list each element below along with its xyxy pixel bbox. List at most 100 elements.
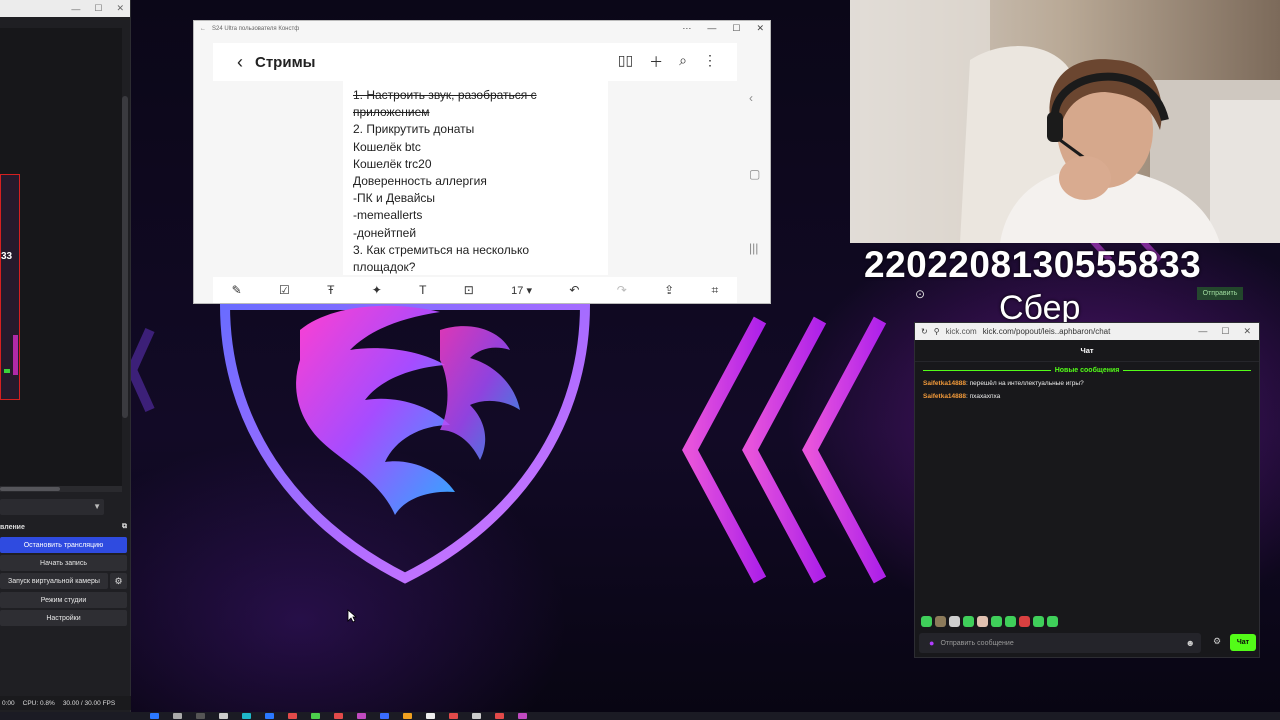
note-line: приложением bbox=[353, 105, 430, 120]
status-cpu: CPU: 0.8% bbox=[22, 699, 55, 707]
donate-card-number: 2202208130555833 bbox=[864, 244, 1202, 285]
settings-button[interactable]: Настройки bbox=[0, 610, 127, 626]
app-icon[interactable] bbox=[403, 713, 412, 719]
app-icon[interactable] bbox=[219, 713, 228, 719]
chevron-down-icon: ▼ bbox=[93, 502, 101, 511]
chat-message-text: : пхахахпха bbox=[966, 393, 1001, 400]
emote-icon[interactable] bbox=[935, 616, 946, 627]
app-icon[interactable] bbox=[242, 713, 251, 719]
dock-icon[interactable]: ⧉ bbox=[122, 523, 127, 531]
app-icon[interactable] bbox=[472, 713, 481, 719]
square-icon[interactable]: ▢ bbox=[749, 167, 760, 181]
emoji-icon[interactable]: ☻ bbox=[1186, 638, 1195, 648]
close-icon[interactable]: ✕ bbox=[116, 3, 124, 14]
obs-preview[interactable]: 33 bbox=[0, 28, 122, 492]
taskbar bbox=[0, 712, 1280, 720]
scrollbar-thumb[interactable] bbox=[0, 487, 60, 491]
taskview-icon[interactable] bbox=[196, 713, 205, 719]
app-icon[interactable] bbox=[518, 713, 527, 719]
chat-username[interactable]: Saifetka14888 bbox=[923, 380, 966, 387]
virtual-camera-button[interactable]: Запуск виртуальной камеры bbox=[0, 573, 108, 589]
start-record-button[interactable]: Начать запись bbox=[0, 555, 127, 571]
note-line: -донейтпей bbox=[353, 225, 417, 240]
stop-stream-button[interactable]: Остановить трансляцию bbox=[0, 537, 127, 553]
emote-icon[interactable] bbox=[921, 616, 932, 627]
font-size-select[interactable]: 17 ▾ bbox=[511, 284, 532, 297]
emote-icon[interactable] bbox=[963, 616, 974, 627]
site-info-icon[interactable]: ⚲ bbox=[934, 327, 940, 336]
back-arrow-icon[interactable]: ← bbox=[200, 26, 206, 32]
emote-bar bbox=[921, 616, 1058, 627]
minimize-icon[interactable]: — bbox=[1198, 326, 1207, 337]
text-style-icon[interactable]: Ŧ bbox=[327, 283, 334, 297]
share-icon[interactable]: ⇪ bbox=[664, 283, 674, 297]
app-icon[interactable] bbox=[334, 713, 343, 719]
app-icon[interactable] bbox=[288, 713, 297, 719]
textbox-icon[interactable]: ⊡ bbox=[464, 283, 474, 297]
obs-horizontal-scrollbar[interactable] bbox=[0, 486, 122, 492]
note-line: Доверенность аллергия bbox=[353, 174, 487, 189]
back-icon[interactable]: ‹ bbox=[225, 52, 255, 73]
app-icon[interactable] bbox=[265, 713, 274, 719]
emote-icon[interactable] bbox=[949, 616, 960, 627]
app-icon[interactable] bbox=[357, 713, 366, 719]
preview-green-block bbox=[4, 369, 10, 373]
studio-mode-button[interactable]: Режим студии bbox=[0, 592, 127, 608]
chat-urlbar[interactable]: ↻ ⚲ kick.com kick.com/popout/leis..aphba… bbox=[915, 323, 1259, 340]
overlay-send-button[interactable]: Отправить bbox=[1197, 287, 1243, 300]
gear-icon[interactable]: ⚙ bbox=[110, 573, 127, 589]
undo-icon[interactable]: ↶ bbox=[569, 283, 579, 297]
chevron-left-icon[interactable]: ‹ bbox=[749, 91, 753, 105]
checkbox-icon[interactable]: ☑ bbox=[279, 283, 290, 297]
fit-icon[interactable]: ⌗ bbox=[711, 283, 718, 298]
emote-icon[interactable] bbox=[1005, 616, 1016, 627]
ai-sparkle-icon[interactable]: ✦ bbox=[372, 283, 382, 297]
chat-input-placeholder: Отправить сообщение bbox=[940, 639, 1014, 647]
more-vertical-icon[interactable]: ⋮ bbox=[703, 52, 717, 72]
preview-number: 33 bbox=[1, 251, 13, 262]
maximize-icon[interactable]: ☐ bbox=[732, 23, 740, 34]
gear-icon[interactable]: ⚙ bbox=[1213, 636, 1221, 647]
preview-source-frame[interactable]: 33 bbox=[0, 174, 20, 400]
search-icon[interactable]: ⌕ bbox=[679, 52, 687, 72]
start-icon[interactable] bbox=[150, 713, 159, 719]
text-format-icon[interactable]: T bbox=[419, 283, 426, 297]
microphone-icon[interactable]: ● bbox=[929, 638, 934, 648]
preview-purple-block bbox=[13, 335, 18, 375]
minimize-icon[interactable]: — bbox=[707, 23, 716, 34]
note-line: Кошелёк btc bbox=[353, 139, 421, 154]
emote-icon[interactable] bbox=[991, 616, 1002, 627]
app-icon[interactable] bbox=[311, 713, 320, 719]
app-icon[interactable] bbox=[495, 713, 504, 719]
refresh-icon[interactable]: ↻ bbox=[921, 327, 928, 336]
close-icon[interactable]: ✕ bbox=[756, 23, 764, 34]
redo-icon[interactable]: ↷ bbox=[617, 283, 627, 297]
notes-window-title: S24 Ultra пользователя Констф bbox=[212, 25, 300, 32]
search-icon[interactable] bbox=[173, 713, 182, 719]
book-icon[interactable]: ▯▯ bbox=[618, 52, 633, 72]
obs-scene-dropdown[interactable]: ▼ bbox=[0, 499, 104, 515]
recent-apps-icon[interactable]: ||| bbox=[749, 241, 758, 255]
plus-icon[interactable]: ＋ bbox=[649, 52, 663, 72]
minimize-icon[interactable]: — bbox=[71, 4, 80, 14]
close-icon[interactable]: ✕ bbox=[1243, 326, 1251, 337]
note-line: площадок? bbox=[353, 260, 416, 275]
controls-header: вление ⧉ bbox=[0, 520, 131, 534]
emote-icon[interactable] bbox=[1047, 616, 1058, 627]
chat-message-input[interactable]: ● Отправить сообщение ☻ bbox=[919, 633, 1201, 653]
obs-vertical-scrollbar[interactable] bbox=[122, 96, 128, 418]
emote-icon[interactable] bbox=[1019, 616, 1030, 627]
emote-icon[interactable] bbox=[977, 616, 988, 627]
pen-icon[interactable]: ✎ bbox=[232, 283, 242, 297]
app-icon[interactable] bbox=[426, 713, 435, 719]
maximize-icon[interactable]: ☐ bbox=[1221, 326, 1229, 337]
chat-send-button[interactable]: Чат bbox=[1230, 634, 1256, 651]
maximize-icon[interactable]: ☐ bbox=[94, 3, 102, 14]
emote-icon[interactable] bbox=[1033, 616, 1044, 627]
pin-icon[interactable]: ⋯ bbox=[682, 23, 691, 34]
note-line: -memeallerts bbox=[353, 208, 423, 223]
app-icon[interactable] bbox=[380, 713, 389, 719]
chat-username[interactable]: Saifetka14888 bbox=[923, 393, 966, 400]
note-content[interactable]: 1. Настроить звук, разобраться с приложен… bbox=[343, 81, 608, 275]
app-icon[interactable] bbox=[449, 713, 458, 719]
